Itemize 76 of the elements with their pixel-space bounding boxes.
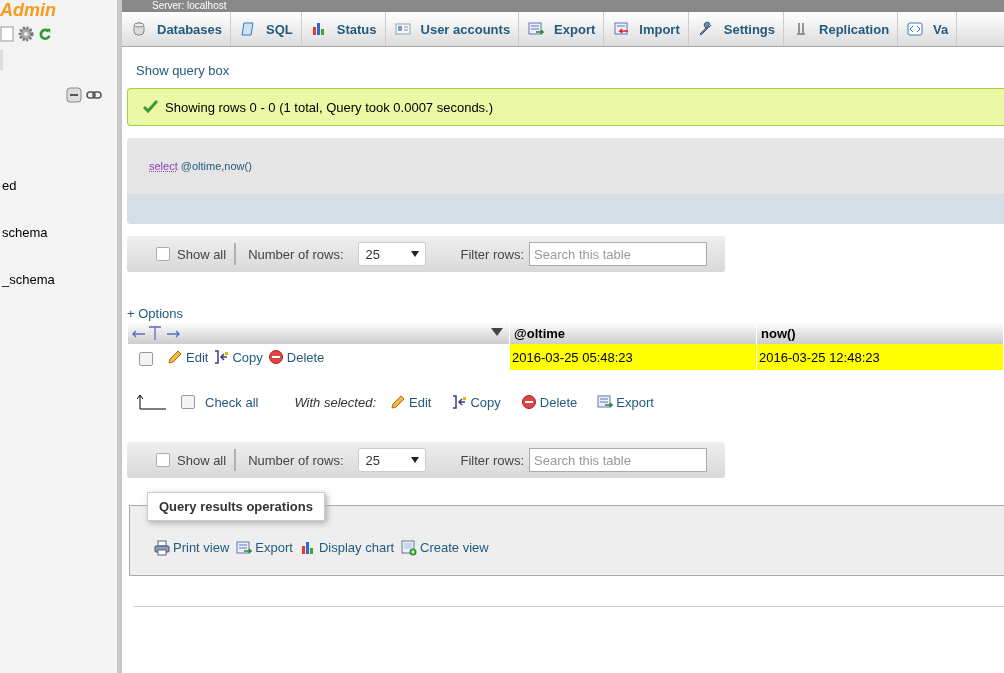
- import-icon: [613, 21, 630, 37]
- rows-dropdown[interactable]: 25: [357, 448, 426, 472]
- code-icon: [907, 21, 924, 37]
- filter-label: Filter rows:: [460, 452, 525, 468]
- nav-tab[interactable]: Databases: [122, 12, 232, 46]
- wrench-icon: [697, 21, 714, 37]
- bar-chart-icon: [310, 21, 327, 37]
- scroll-icon: [240, 21, 257, 37]
- show-all-label[interactable]: Show all: [177, 452, 227, 468]
- bulk-action-button[interactable]: Edit: [390, 394, 432, 410]
- success-message: Showing rows 0 - 0 (1 total, Query took 0.0007 seconds.): [127, 88, 1004, 126]
- check-icon: [143, 99, 159, 115]
- copy-icon: [213, 349, 230, 365]
- rows-label: Number of rows:: [248, 452, 344, 468]
- settings-icon[interactable]: [18, 26, 34, 42]
- operation-link[interactable]: Export: [236, 539, 293, 556]
- nav-tab[interactable]: Replication: [784, 12, 899, 46]
- printer-icon: [154, 539, 170, 556]
- column-header[interactable]: now(): [757, 322, 1003, 344]
- nav-tab[interactable]: Settings: [688, 12, 785, 46]
- delete-icon: [520, 394, 537, 410]
- operation-link[interactable]: Display chart: [299, 539, 395, 556]
- row-action-link[interactable]: Copy: [213, 349, 263, 365]
- copy-icon: [451, 394, 468, 410]
- document-icon[interactable]: [0, 26, 14, 42]
- nav-tab[interactable]: User accounts: [385, 12, 520, 46]
- table-cell: 2016-03-25 12:48:23: [757, 344, 1003, 370]
- nav-tab[interactable]: Export: [519, 12, 605, 46]
- column-header[interactable]: @oltime: [510, 322, 757, 344]
- filter-input[interactable]: Search this table: [529, 448, 708, 472]
- operations-legend: Query results operations: [147, 492, 325, 521]
- row-action-link[interactable]: Delete: [267, 349, 325, 365]
- sql-query-box: select @oltime,now(): [127, 138, 1004, 194]
- show-all-label[interactable]: Show all: [177, 246, 227, 262]
- row-checkbox[interactable]: [139, 351, 153, 366]
- nav-tab[interactable]: Import: [604, 12, 689, 46]
- export-icon: [528, 21, 545, 37]
- bulk-action-button[interactable]: Export: [597, 394, 654, 410]
- logo-text: Admin: [0, 0, 57, 20]
- rows-dropdown[interactable]: 25: [357, 242, 426, 266]
- operation-link[interactable]: Print view: [154, 539, 230, 556]
- reload-icon[interactable]: [38, 26, 52, 42]
- export-icon: [597, 394, 614, 410]
- with-selected-label: With selected:: [294, 394, 376, 410]
- bulk-action-button[interactable]: Copy: [451, 394, 501, 410]
- bulk-action-button[interactable]: Delete: [520, 394, 578, 410]
- filter-input[interactable]: Search this table: [529, 242, 708, 266]
- check-all-checkbox[interactable]: [181, 395, 195, 409]
- pencil-icon: [390, 394, 406, 410]
- link-icon[interactable]: [86, 90, 102, 100]
- nav-tab[interactable]: Va: [898, 12, 958, 46]
- table-cell: 2016-03-25 05:48:23: [510, 344, 757, 370]
- options-link[interactable]: + Options: [127, 306, 1004, 321]
- operation-link[interactable]: Create view: [401, 539, 489, 556]
- show-query-box-link[interactable]: Show query box: [136, 63, 1004, 78]
- corner-arrow-icon: [137, 394, 167, 410]
- delete-icon: [267, 349, 284, 365]
- nav-tab[interactable]: SQL: [231, 12, 302, 46]
- database-icon: [131, 21, 147, 37]
- database-tree-item[interactable]: _schema: [2, 272, 117, 319]
- show-all-checkbox[interactable]: [156, 453, 170, 467]
- rows-label: Number of rows:: [248, 246, 344, 262]
- bar-chart-icon: [299, 539, 316, 556]
- filter-label: Filter rows:: [460, 246, 525, 262]
- id-card-icon: [394, 21, 411, 37]
- view-icon: [401, 539, 418, 556]
- pencil-icon: [167, 349, 183, 365]
- nav-tab[interactable]: Status: [301, 12, 386, 46]
- show-all-checkbox[interactable]: [156, 247, 170, 261]
- collapse-icon[interactable]: [66, 87, 82, 103]
- database-tree-item[interactable]: ed: [2, 178, 117, 225]
- breadcrumb[interactable]: Server: localhost: [122, 0, 1004, 12]
- database-tree-item[interactable]: schema: [2, 225, 117, 272]
- export-icon: [236, 539, 253, 556]
- row-action-link[interactable]: Edit: [167, 349, 209, 365]
- check-all-label[interactable]: Check all: [205, 394, 259, 410]
